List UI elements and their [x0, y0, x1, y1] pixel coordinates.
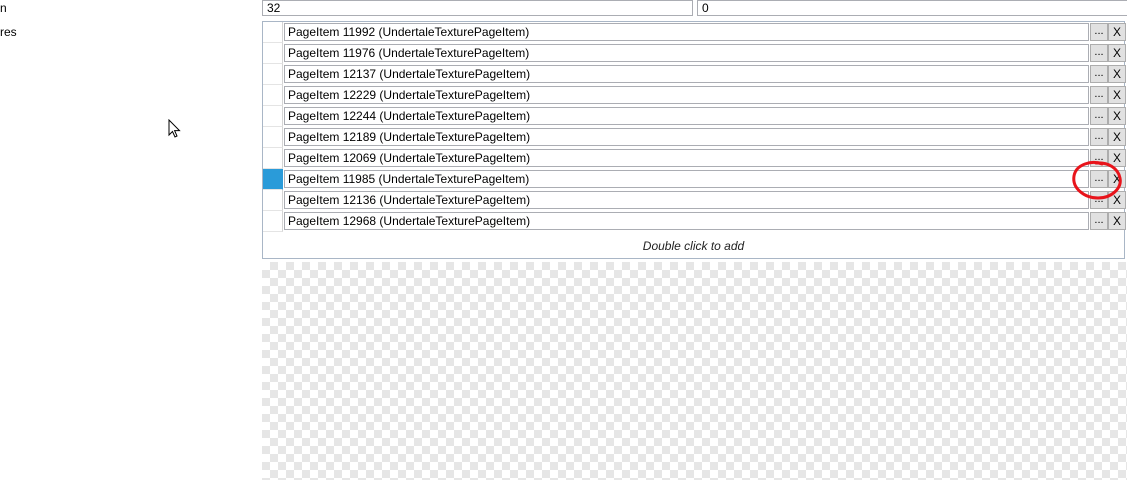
texture-preview: [262, 262, 1127, 480]
page-item-field[interactable]: PageItem 12244 (UndertaleTexturePageItem…: [284, 107, 1089, 125]
table-row[interactable]: PageItem 12244 (UndertaleTexturePageItem…: [263, 106, 1126, 127]
table-row[interactable]: PageItem 11985 (UndertaleTexturePageItem…: [263, 169, 1126, 190]
browse-button[interactable]: ...: [1090, 170, 1108, 188]
page-item-field[interactable]: PageItem 11992 (UndertaleTexturePageItem…: [284, 23, 1089, 41]
table-row[interactable]: PageItem 12189 (UndertaleTexturePageItem…: [263, 127, 1126, 148]
table-row[interactable]: PageItem 12229 (UndertaleTexturePageItem…: [263, 85, 1126, 106]
row-header[interactable]: [263, 127, 283, 148]
row-header[interactable]: [263, 148, 283, 169]
row-header[interactable]: [263, 85, 283, 106]
row-header[interactable]: [263, 169, 283, 190]
remove-button[interactable]: X: [1108, 170, 1126, 188]
browse-button[interactable]: ...: [1090, 149, 1108, 167]
page-item-field[interactable]: PageItem 11976 (UndertaleTexturePageItem…: [284, 44, 1089, 62]
remove-button[interactable]: X: [1108, 65, 1126, 83]
page-item-field[interactable]: PageItem 12069 (UndertaleTexturePageItem…: [284, 149, 1089, 167]
browse-button[interactable]: ...: [1090, 65, 1108, 83]
value-field-b[interactable]: 0: [697, 0, 1127, 16]
browse-button[interactable]: ...: [1090, 86, 1108, 104]
remove-button[interactable]: X: [1108, 149, 1126, 167]
row-header[interactable]: [263, 64, 283, 85]
texture-list-grid: PageItem 11992 (UndertaleTexturePageItem…: [262, 21, 1126, 259]
remove-button[interactable]: X: [1108, 23, 1126, 41]
mouse-pointer-icon: [168, 119, 181, 138]
page-item-field[interactable]: PageItem 11985 (UndertaleTexturePageItem…: [284, 170, 1089, 188]
row-header[interactable]: [263, 106, 283, 127]
remove-button[interactable]: X: [1108, 212, 1126, 230]
remove-button[interactable]: X: [1108, 86, 1126, 104]
property-label-2: res: [0, 25, 17, 39]
table-row[interactable]: PageItem 12137 (UndertaleTexturePageItem…: [263, 64, 1126, 85]
page-item-field[interactable]: PageItem 12189 (UndertaleTexturePageItem…: [284, 128, 1089, 146]
page-item-field[interactable]: PageItem 12136 (UndertaleTexturePageItem…: [284, 191, 1089, 209]
row-header[interactable]: [263, 190, 283, 211]
page-item-field[interactable]: PageItem 12968 (UndertaleTexturePageItem…: [284, 212, 1089, 230]
property-label-1: n: [0, 1, 7, 15]
remove-button[interactable]: X: [1108, 44, 1126, 62]
value-field-a[interactable]: 32: [262, 0, 693, 16]
browse-button[interactable]: ...: [1090, 23, 1108, 41]
remove-button[interactable]: X: [1108, 191, 1126, 209]
browse-button[interactable]: ...: [1090, 107, 1108, 125]
row-header[interactable]: [263, 22, 283, 43]
remove-button[interactable]: X: [1108, 107, 1126, 125]
row-header[interactable]: [263, 43, 283, 64]
page-item-field[interactable]: PageItem 12229 (UndertaleTexturePageItem…: [284, 86, 1089, 104]
remove-button[interactable]: X: [1108, 128, 1126, 146]
page-item-field[interactable]: PageItem 12137 (UndertaleTexturePageItem…: [284, 65, 1089, 83]
row-header[interactable]: [263, 211, 283, 232]
browse-button[interactable]: ...: [1090, 44, 1108, 62]
table-row[interactable]: PageItem 11976 (UndertaleTexturePageItem…: [263, 43, 1126, 64]
table-row[interactable]: PageItem 12968 (UndertaleTexturePageItem…: [263, 211, 1126, 232]
browse-button[interactable]: ...: [1090, 128, 1108, 146]
table-row[interactable]: PageItem 12136 (UndertaleTexturePageItem…: [263, 190, 1126, 211]
table-row[interactable]: PageItem 11992 (UndertaleTexturePageItem…: [263, 22, 1126, 43]
browse-button[interactable]: ...: [1090, 212, 1108, 230]
table-row[interactable]: PageItem 12069 (UndertaleTexturePageItem…: [263, 148, 1126, 169]
add-item-hint[interactable]: Double click to add: [263, 234, 1124, 258]
browse-button[interactable]: ...: [1090, 191, 1108, 209]
